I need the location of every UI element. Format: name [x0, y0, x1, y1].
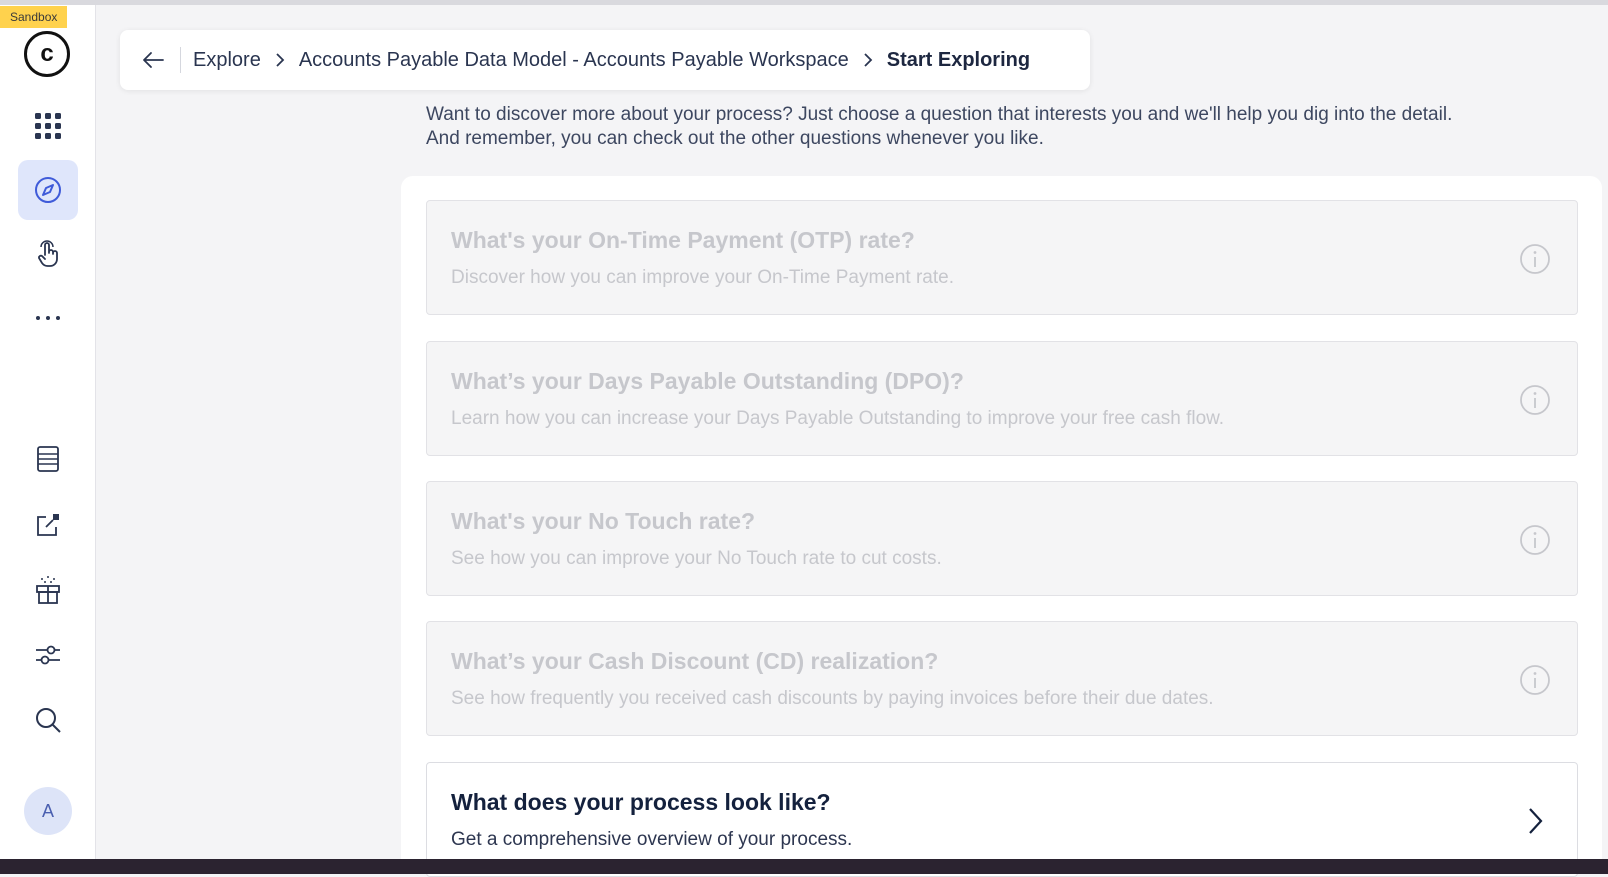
question-card-cash-discount[interactable]: What’s your Cash Discount (CD) realizati… — [426, 621, 1578, 736]
back-button[interactable] — [142, 51, 174, 69]
breadcrumb-item-data-model[interactable]: Accounts Payable Data Model - Accounts P… — [299, 49, 849, 72]
sidebar-item-data[interactable] — [18, 429, 78, 489]
question-description: See how you can improve your No Touch ra… — [451, 548, 942, 569]
info-icon[interactable] — [1519, 384, 1551, 416]
question-description: See how frequently you received cash dis… — [451, 688, 1214, 709]
arrow-left-icon — [143, 52, 164, 68]
info-icon[interactable] — [1519, 524, 1551, 556]
external-link-icon — [37, 514, 59, 536]
sidebar-item-whats-new[interactable] — [18, 560, 78, 620]
user-avatar[interactable]: A — [24, 787, 72, 835]
breadcrumb-current-page: Start Exploring — [886, 48, 1031, 71]
sidebar-item-settings[interactable] — [18, 625, 78, 685]
sidebar-item-open-external[interactable] — [18, 495, 78, 555]
taskbar — [0, 859, 1608, 874]
sidebar-item-search[interactable] — [18, 690, 78, 750]
app-logo[interactable]: c — [24, 31, 70, 77]
intro-text: Want to discover more about your process… — [426, 103, 1566, 151]
logo-letter: c — [40, 40, 54, 67]
question-description: Discover how you can improve your On-Tim… — [451, 267, 954, 288]
question-card-no-touch[interactable]: What's your No Touch rate? See how you c… — [426, 481, 1578, 596]
breadcrumb-item-explore[interactable]: Explore — [193, 49, 261, 72]
breadcrumb-divider — [180, 47, 181, 73]
sidebar-item-actions[interactable] — [18, 224, 78, 284]
question-title: What’s your Days Payable Outstanding (DP… — [451, 368, 964, 394]
avatar-letter: A — [41, 800, 54, 821]
chevron-right-icon[interactable] — [1519, 805, 1551, 837]
breadcrumb: Explore Accounts Payable Data Model - Ac… — [120, 30, 1090, 90]
info-icon[interactable] — [1519, 243, 1551, 275]
hand-pointer-icon — [38, 240, 58, 267]
compass-icon — [35, 177, 61, 203]
apps-grid-icon — [35, 113, 61, 139]
search-icon — [36, 708, 61, 733]
question-card-dpo[interactable]: What’s your Days Payable Outstanding (DP… — [426, 341, 1578, 456]
question-title: What’s your Cash Discount (CD) realizati… — [451, 648, 939, 674]
question-description: Learn how you can increase your Days Pay… — [451, 408, 1225, 429]
sliders-icon — [36, 645, 60, 665]
sidebar-item-apps[interactable] — [18, 96, 78, 156]
question-title: What's your On-Time Payment (OTP) rate? — [451, 227, 915, 253]
more-icon — [36, 316, 60, 320]
window-top-border — [0, 0, 1608, 5]
gift-icon — [36, 576, 60, 604]
chevron-right-icon — [863, 53, 873, 67]
sidebar-item-more[interactable] — [18, 288, 78, 348]
question-card-otp[interactable]: What's your On-Time Payment (OTP) rate? … — [426, 200, 1578, 315]
intro-line-1: Want to discover more about your process… — [426, 104, 1453, 125]
intro-line-2: And remember, you can check out the othe… — [426, 128, 1044, 149]
sidebar: c A — [0, 5, 96, 859]
chevron-right-icon — [275, 53, 285, 67]
sidebar-item-explore[interactable] — [18, 160, 78, 220]
question-title: What does your process look like? — [451, 789, 831, 815]
question-title: What's your No Touch rate? — [451, 508, 756, 534]
question-description: Get a comprehensive overview of your pro… — [451, 829, 853, 850]
info-icon[interactable] — [1519, 664, 1551, 696]
data-table-icon — [37, 446, 59, 472]
sandbox-badge: Sandbox — [0, 6, 68, 28]
